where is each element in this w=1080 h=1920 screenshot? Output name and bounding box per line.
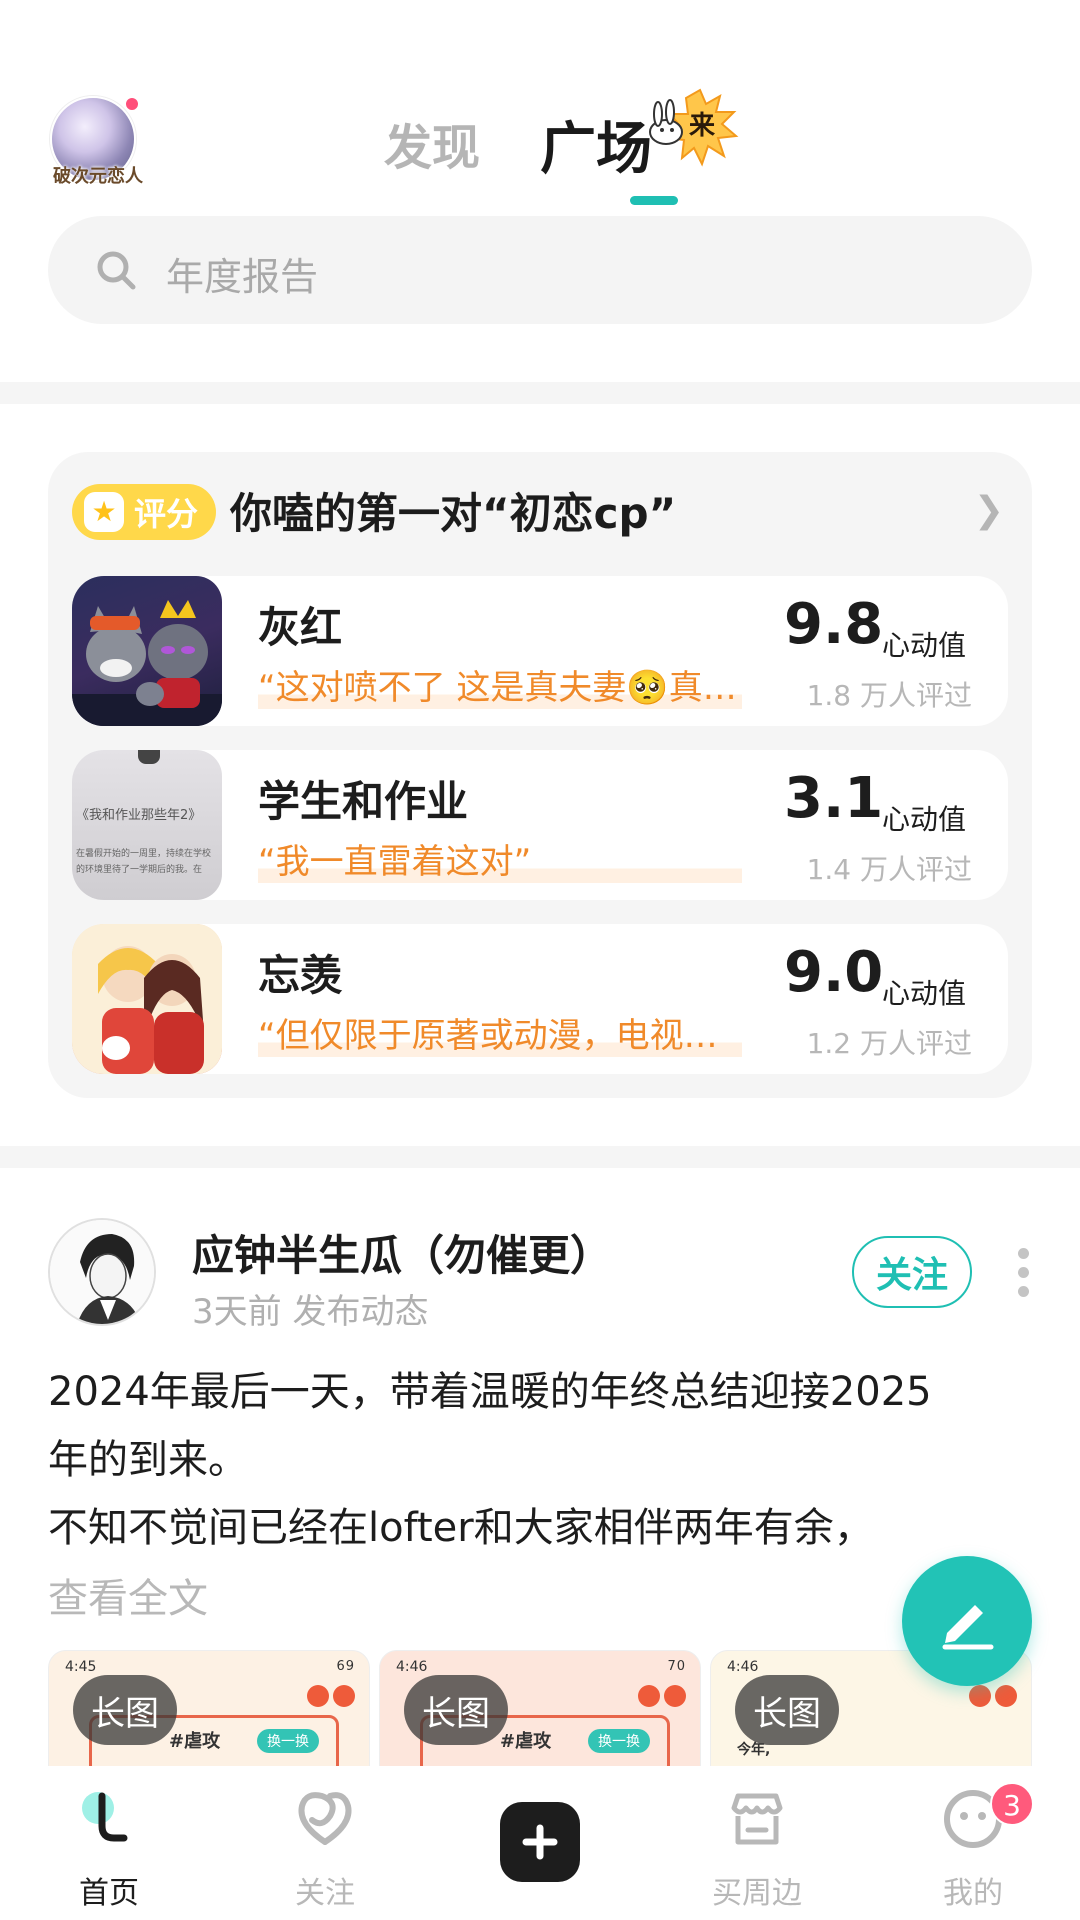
more-options-icon[interactable] <box>1018 1248 1032 1298</box>
cp-score: 9.8 <box>784 592 884 657</box>
cp-review-count: 1.2 万人评过 <box>806 1027 972 1060</box>
tab-square[interactable]: 广场 <box>540 104 652 185</box>
compose-fab-button[interactable] <box>902 1556 1032 1686</box>
rating-item[interactable]: 《我和作业那些年2》 在暑假开始的一周里，持续在学校 的环境里待了一学期后的我。… <box>72 750 1008 900</box>
cp-thumbnail <box>72 924 222 1074</box>
image-status-time: 4:46 <box>727 1659 759 1675</box>
cp-name: 学生和作业 <box>258 777 469 826</box>
image-action-icons <box>634 1685 686 1711</box>
pencil-icon <box>942 1605 994 1650</box>
shop-icon <box>731 1793 783 1845</box>
cp-thumbnail <box>72 576 222 726</box>
long-image-badge: 长图 <box>73 1675 177 1745</box>
read-more-link[interactable]: 查看全文 <box>48 1566 208 1624</box>
tab-discover[interactable]: 发现 <box>384 108 480 178</box>
nav-item-shop[interactable]: 买周边 <box>684 1786 824 1916</box>
author-name[interactable]: 应钟半生瓜（勿催更） <box>192 1222 612 1283</box>
long-image-badge: 长图 <box>735 1675 839 1745</box>
rating-badge: ★ 评分 <box>72 484 216 540</box>
post-image[interactable]: 4:46 70 #虐攻 换一换 长图 <box>379 1650 701 1766</box>
nav-post-button[interactable] <box>500 1802 580 1882</box>
post-text-line: 年的到来。 <box>48 1437 248 1483</box>
post-image-grid: 4:45 69 #虐攻 换一换 长图 4:46 70 #虐攻 换一换 长图 4:… <box>48 1650 1032 1766</box>
anime-couple-image <box>72 924 222 1074</box>
nav-label: 我的 <box>943 1876 1003 1911</box>
author-avatar-image <box>50 1220 154 1324</box>
rating-title: 你嗑的第一对“初恋cp” <box>230 489 677 538</box>
thumb-text: 《我和作业那些年2》 <box>76 808 202 823</box>
section-divider <box>0 1146 1080 1168</box>
image-status-battery: 70 <box>667 1659 686 1674</box>
bottom-nav: 首页 关注 买周边 我的 3 <box>0 1766 1080 1920</box>
cp-name: 灰红 <box>258 603 343 652</box>
image-button-text: 换一换 <box>257 1729 319 1753</box>
cp-score: 9.0 <box>784 940 884 1005</box>
cp-quote: “但仅限于原著或动漫，电视… <box>258 1008 742 1057</box>
image-status-battery: 69 <box>336 1659 355 1674</box>
nav-label: 首页 <box>79 1876 139 1911</box>
image-tag: #虐攻 <box>169 1731 221 1752</box>
image-action-icons <box>303 1685 355 1711</box>
follow-button[interactable]: 关注 <box>852 1236 972 1308</box>
cp-score-unit: 心动值 <box>882 629 967 662</box>
nav-label: 买周边 <box>712 1876 802 1911</box>
chevron-right-icon[interactable]: ❯ <box>974 490 1004 531</box>
nav-item-home[interactable]: 首页 <box>36 1786 176 1916</box>
sticker-text: 来 <box>689 111 716 141</box>
image-tag: #虐攻 <box>500 1731 552 1752</box>
top-tabs: 发现 广场 <box>0 104 1080 205</box>
image-button-text: 换一换 <box>588 1729 650 1753</box>
tab-active-indicator <box>630 196 678 205</box>
nav-label: 关注 <box>295 1876 355 1911</box>
rating-item[interactable]: 灰红 “这对喷不了 这是真夫妻🥺真… 9.8 心动值 1.8 万人评过 <box>72 576 1008 726</box>
thumb-text: 在暑假开始的一周里，持续在学校 <box>76 849 212 859</box>
rabbit-sticker-icon: 来 <box>649 88 739 167</box>
post-image[interactable]: 4:45 69 #虐攻 换一换 长图 <box>48 1650 370 1766</box>
section-divider <box>0 382 1080 404</box>
cp-review-count: 1.8 万人评过 <box>806 679 972 712</box>
notification-badge: 3 <box>990 1782 1034 1826</box>
author-avatar[interactable] <box>48 1218 156 1326</box>
rating-badge-label: 评分 <box>134 495 199 533</box>
image-action-icons <box>965 1685 1017 1711</box>
rating-card[interactable]: ★ 评分 你嗑的第一对“初恋cp” ❯ 灰红 “这对喷不了 这是真夫妻🥺真… 9… <box>48 452 1032 1098</box>
search-bar[interactable]: 年度报告 <box>48 216 1032 324</box>
post-text-line: 2024年最后一天，带着温暖的年终总结迎接2025 <box>48 1369 932 1415</box>
post-text: 2024年最后一天，带着温暖的年终总结迎接2025 年的到来。 不知不觉间已经在… <box>48 1358 1032 1562</box>
rating-item[interactable]: 忘羡 “但仅限于原著或动漫，电视… 9.0 心动值 1.2 万人评过 <box>72 924 1008 1074</box>
long-image-badge: 长图 <box>404 1675 508 1745</box>
home-icon <box>82 1792 128 1842</box>
image-status-time: 4:45 <box>65 1659 97 1675</box>
search-icon <box>97 251 136 290</box>
cp-quote: “我一直雷着这对” <box>258 834 742 883</box>
plus-icon <box>522 1824 558 1860</box>
cp-score: 3.1 <box>784 766 884 831</box>
wolf-characters-image <box>72 600 222 726</box>
cp-score-unit: 心动值 <box>882 803 967 836</box>
thumb-text: 的环境里待了一学期后的我。在 <box>76 865 203 875</box>
nav-item-follow[interactable]: 关注 <box>252 1786 392 1916</box>
phone-notch <box>138 750 160 764</box>
cp-name: 忘羡 <box>258 951 343 1000</box>
search-placeholder: 年度报告 <box>166 255 319 299</box>
post-text-line: 不知不觉间已经在lofter和大家相伴两年有余， <box>48 1505 874 1551</box>
post-meta: 3天前 发布动态 <box>192 1292 429 1332</box>
star-icon: ★ <box>84 492 124 532</box>
image-status-time: 4:46 <box>396 1659 428 1675</box>
cp-thumbnail: 《我和作业那些年2》 在暑假开始的一周里，持续在学校 的环境里待了一学期后的我。… <box>72 750 222 900</box>
heart-loop-icon <box>298 1792 352 1845</box>
cp-score-unit: 心动值 <box>882 977 967 1010</box>
cp-review-count: 1.4 万人评过 <box>806 853 972 886</box>
cp-quote: “这对喷不了 这是真夫妻🥺真… <box>258 660 742 709</box>
